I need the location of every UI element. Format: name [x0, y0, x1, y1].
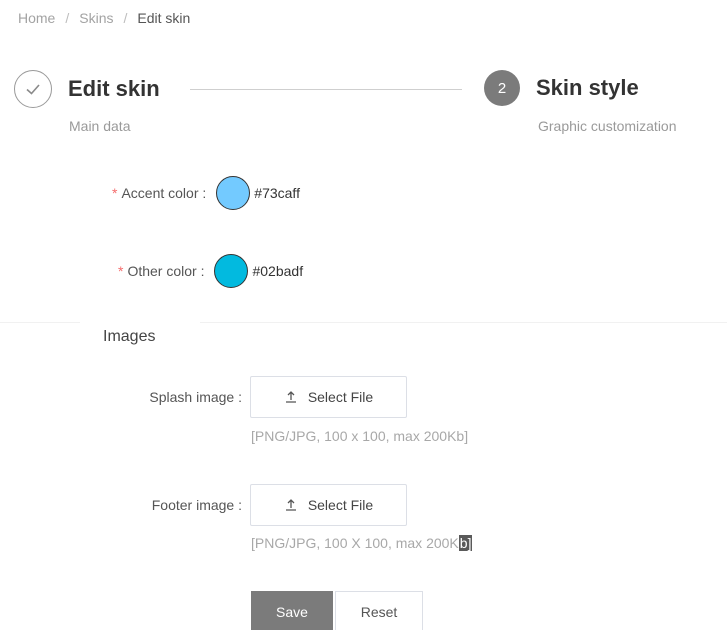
footer-image-row: Footer image : Select File	[124, 484, 407, 526]
step-title: Skin style	[536, 75, 639, 100]
footer-image-label: Footer image :	[151, 497, 242, 513]
accent-color-row: * Accent color : #73caff	[112, 176, 300, 210]
other-color-row: * Other color : #02badf	[118, 254, 303, 288]
upload-icon	[285, 391, 296, 403]
step-number: 2	[484, 70, 520, 106]
step-edit-skin[interactable]: Edit skin	[14, 70, 160, 108]
splash-image-hint: [PNG/JPG, 100 x 100, max 200Kb]	[251, 428, 469, 444]
other-color-value: #02badf	[252, 263, 304, 279]
accent-color-picker[interactable]	[216, 176, 251, 210]
step-connector	[190, 89, 462, 90]
splash-image-label: Splash image :	[149, 389, 242, 405]
check-icon	[14, 70, 52, 108]
images-section-title: Images	[103, 328, 156, 345]
accent-color-value: #73caff	[254, 185, 300, 201]
splash-image-row: Splash image : Select File	[124, 376, 407, 418]
breadcrumb-home[interactable]: Home	[18, 10, 55, 26]
selected-text: b]	[458, 535, 473, 551]
step-description: Main data	[69, 118, 131, 134]
form-actions: Save Reset	[251, 591, 423, 630]
breadcrumb-separator: /	[65, 10, 70, 26]
step-skin-style[interactable]: 2 Skin style	[484, 70, 639, 106]
required-mark: *	[112, 185, 118, 201]
breadcrumb-current: Edit skin	[137, 10, 191, 26]
step-description: Graphic customization	[538, 118, 677, 134]
upload-icon	[285, 499, 296, 511]
breadcrumb-skins[interactable]: Skins	[79, 10, 113, 26]
splash-select-file-button[interactable]: Select File	[250, 376, 407, 418]
breadcrumb-separator: /	[123, 10, 128, 26]
reset-button[interactable]: Reset	[335, 591, 423, 630]
footer-image-hint: [PNG/JPG, 100 X 100, max 200Kb]	[251, 535, 473, 551]
footer-select-file-button[interactable]: Select File	[250, 484, 407, 526]
accent-color-label: * Accent color :	[112, 185, 207, 201]
select-file-label: Select File	[307, 497, 374, 513]
select-file-label: Select File	[307, 389, 374, 405]
breadcrumb: Home / Skins / Edit skin	[18, 10, 190, 26]
other-color-label: * Other color :	[118, 263, 205, 279]
step-title: Edit skin	[68, 76, 160, 101]
save-button[interactable]: Save	[251, 591, 333, 630]
required-mark: *	[118, 263, 124, 279]
other-color-picker[interactable]	[214, 254, 249, 288]
